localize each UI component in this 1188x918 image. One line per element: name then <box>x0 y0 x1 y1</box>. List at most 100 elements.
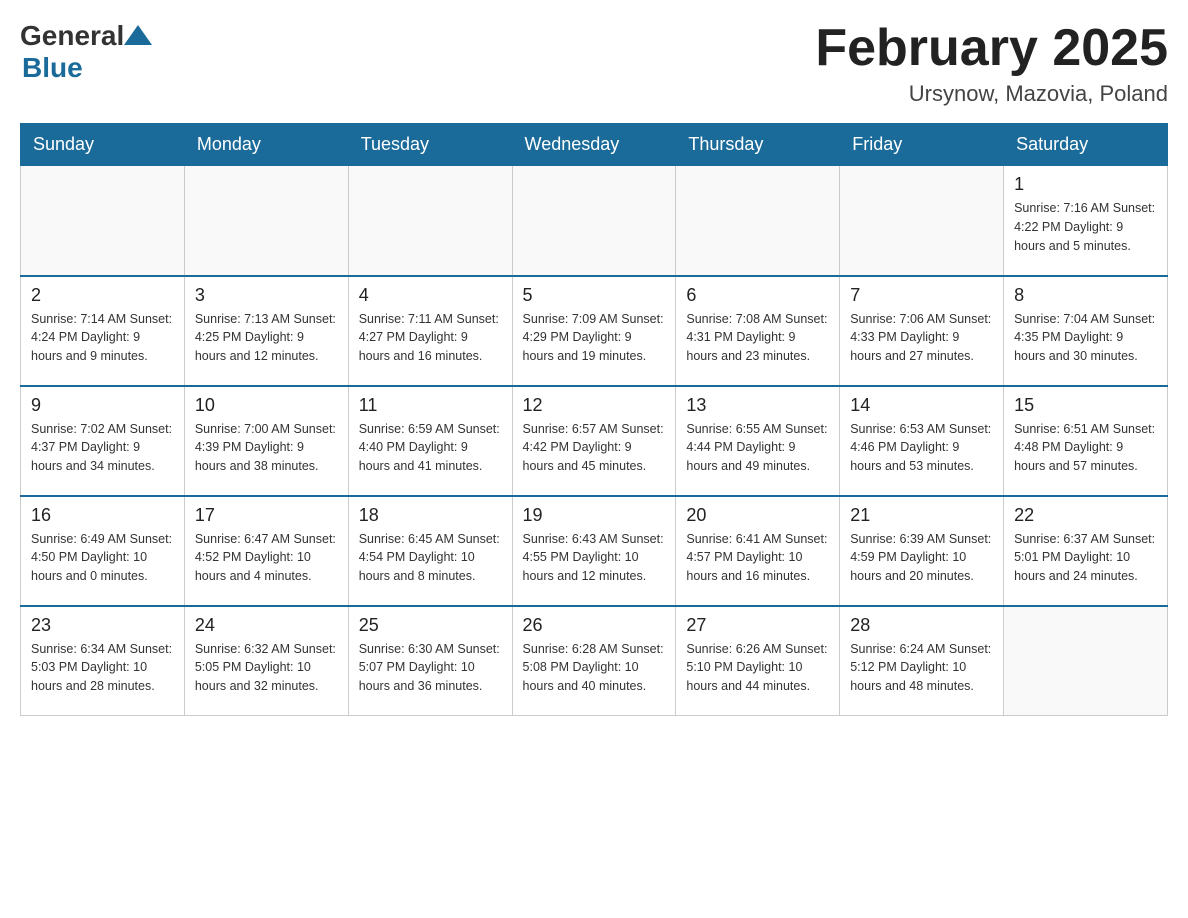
calendar-cell: 16 Sunrise: 6:49 AM Sunset: 4:50 PM Dayli… <box>21 496 185 606</box>
calendar-cell: 5 Sunrise: 7:09 AM Sunset: 4:29 PM Daylig… <box>512 276 676 386</box>
day-info: Sunrise: 6:32 AM Sunset: 5:05 PM Dayligh… <box>195 640 338 696</box>
calendar-cell: 27Sunrise: 6:26 AM Sunset: 5:10 PM Dayli… <box>676 606 840 716</box>
calendar-cell <box>348 166 512 276</box>
day-number: 9 <box>31 395 174 416</box>
column-header-wednesday: Wednesday <box>512 124 676 166</box>
day-number: 27 <box>686 615 829 636</box>
day-info: Sunrise: 7:16 AM Sunset: 4:22 PM Dayligh… <box>1014 199 1157 255</box>
calendar-cell: 14 Sunrise: 6:53 AM Sunset: 4:46 PM Dayli… <box>840 386 1004 496</box>
day-info: Sunrise: 6:59 AM Sunset: 4:40 PM Dayligh… <box>359 420 502 476</box>
calendar-cell: 10Sunrise: 7:00 AM Sunset: 4:39 PM Dayli… <box>184 386 348 496</box>
day-info: Sunrise: 7:13 AM Sunset: 4:25 PM Dayligh… <box>195 310 338 366</box>
column-header-saturday: Saturday <box>1004 124 1168 166</box>
day-info: Sunrise: 6:43 AM Sunset: 4:55 PM Dayligh… <box>523 530 666 586</box>
column-header-thursday: Thursday <box>676 124 840 166</box>
day-number: 22 <box>1014 505 1157 526</box>
calendar-cell <box>840 166 1004 276</box>
week-row-3: 9 Sunrise: 7:02 AM Sunset: 4:37 PM Daylig… <box>21 386 1168 496</box>
calendar-cell: 6 Sunrise: 7:08 AM Sunset: 4:31 PM Daylig… <box>676 276 840 386</box>
month-title: February 2025 <box>815 20 1168 77</box>
calendar-cell: 13 Sunrise: 6:55 AM Sunset: 4:44 PM Dayli… <box>676 386 840 496</box>
calendar-cell: 19 Sunrise: 6:43 AM Sunset: 4:55 PM Dayli… <box>512 496 676 606</box>
location-title: Ursynow, Mazovia, Poland <box>815 81 1168 107</box>
day-info: Sunrise: 6:24 AM Sunset: 5:12 PM Dayligh… <box>850 640 993 696</box>
calendar-cell <box>1004 606 1168 716</box>
calendar-cell: 4Sunrise: 7:11 AM Sunset: 4:27 PM Daylig… <box>348 276 512 386</box>
day-number: 24 <box>195 615 338 636</box>
day-number: 20 <box>686 505 829 526</box>
calendar-cell: 24 Sunrise: 6:32 AM Sunset: 5:05 PM Dayli… <box>184 606 348 716</box>
calendar-cell: 26Sunrise: 6:28 AM Sunset: 5:08 PM Dayli… <box>512 606 676 716</box>
day-number: 14 <box>850 395 993 416</box>
day-number: 18 <box>359 505 502 526</box>
week-row-5: 23Sunrise: 6:34 AM Sunset: 5:03 PM Dayli… <box>21 606 1168 716</box>
calendar-cell: 1 Sunrise: 7:16 AM Sunset: 4:22 PM Daylig… <box>1004 166 1168 276</box>
day-info: Sunrise: 7:08 AM Sunset: 4:31 PM Dayligh… <box>686 310 829 366</box>
day-info: Sunrise: 6:47 AM Sunset: 4:52 PM Dayligh… <box>195 530 338 586</box>
day-info: Sunrise: 6:37 AM Sunset: 5:01 PM Dayligh… <box>1014 530 1157 586</box>
day-number: 3 <box>195 285 338 306</box>
title-block: February 2025 Ursynow, Mazovia, Poland <box>815 20 1168 107</box>
logo: General Blue <box>20 20 152 84</box>
column-header-tuesday: Tuesday <box>348 124 512 166</box>
day-info: Sunrise: 7:04 AM Sunset: 4:35 PM Dayligh… <box>1014 310 1157 366</box>
calendar-cell: 23Sunrise: 6:34 AM Sunset: 5:03 PM Dayli… <box>21 606 185 716</box>
day-number: 21 <box>850 505 993 526</box>
calendar-cell: 2Sunrise: 7:14 AM Sunset: 4:24 PM Daylig… <box>21 276 185 386</box>
day-info: Sunrise: 6:28 AM Sunset: 5:08 PM Dayligh… <box>523 640 666 696</box>
day-info: Sunrise: 6:39 AM Sunset: 4:59 PM Dayligh… <box>850 530 993 586</box>
calendar-cell <box>184 166 348 276</box>
day-number: 11 <box>359 395 502 416</box>
day-number: 13 <box>686 395 829 416</box>
day-number: 2 <box>31 285 174 306</box>
calendar-cell: 12 Sunrise: 6:57 AM Sunset: 4:42 PM Dayli… <box>512 386 676 496</box>
day-number: 17 <box>195 505 338 526</box>
week-row-2: 2Sunrise: 7:14 AM Sunset: 4:24 PM Daylig… <box>21 276 1168 386</box>
page-header: General Blue February 2025 Ursynow, Mazo… <box>20 20 1168 107</box>
day-number: 5 <box>523 285 666 306</box>
calendar-cell <box>676 166 840 276</box>
column-header-sunday: Sunday <box>21 124 185 166</box>
day-number: 10 <box>195 395 338 416</box>
logo-triangle-icon <box>124 25 152 45</box>
day-info: Sunrise: 6:41 AM Sunset: 4:57 PM Dayligh… <box>686 530 829 586</box>
calendar-cell: 3 Sunrise: 7:13 AM Sunset: 4:25 PM Daylig… <box>184 276 348 386</box>
day-number: 23 <box>31 615 174 636</box>
day-info: Sunrise: 7:06 AM Sunset: 4:33 PM Dayligh… <box>850 310 993 366</box>
day-number: 1 <box>1014 174 1157 195</box>
day-number: 7 <box>850 285 993 306</box>
calendar-cell: 22 Sunrise: 6:37 AM Sunset: 5:01 PM Dayli… <box>1004 496 1168 606</box>
calendar-cell: 7 Sunrise: 7:06 AM Sunset: 4:33 PM Daylig… <box>840 276 1004 386</box>
day-info: Sunrise: 6:57 AM Sunset: 4:42 PM Dayligh… <box>523 420 666 476</box>
calendar-cell: 11 Sunrise: 6:59 AM Sunset: 4:40 PM Dayli… <box>348 386 512 496</box>
day-number: 15 <box>1014 395 1157 416</box>
column-header-friday: Friday <box>840 124 1004 166</box>
week-row-1: 1 Sunrise: 7:16 AM Sunset: 4:22 PM Daylig… <box>21 166 1168 276</box>
day-info: Sunrise: 7:02 AM Sunset: 4:37 PM Dayligh… <box>31 420 174 476</box>
column-header-monday: Monday <box>184 124 348 166</box>
calendar-cell: 9 Sunrise: 7:02 AM Sunset: 4:37 PM Daylig… <box>21 386 185 496</box>
logo-general-text: General <box>20 20 124 52</box>
day-info: Sunrise: 6:55 AM Sunset: 4:44 PM Dayligh… <box>686 420 829 476</box>
day-number: 8 <box>1014 285 1157 306</box>
day-number: 19 <box>523 505 666 526</box>
calendar-cell: 18 Sunrise: 6:45 AM Sunset: 4:54 PM Dayli… <box>348 496 512 606</box>
calendar-table: SundayMondayTuesdayWednesdayThursdayFrid… <box>20 123 1168 716</box>
day-info: Sunrise: 6:51 AM Sunset: 4:48 PM Dayligh… <box>1014 420 1157 476</box>
day-number: 6 <box>686 285 829 306</box>
day-number: 28 <box>850 615 993 636</box>
calendar-header-row: SundayMondayTuesdayWednesdayThursdayFrid… <box>21 124 1168 166</box>
day-number: 16 <box>31 505 174 526</box>
day-info: Sunrise: 6:45 AM Sunset: 4:54 PM Dayligh… <box>359 530 502 586</box>
calendar-cell: 21 Sunrise: 6:39 AM Sunset: 4:59 PM Dayli… <box>840 496 1004 606</box>
day-info: Sunrise: 6:49 AM Sunset: 4:50 PM Dayligh… <box>31 530 174 586</box>
day-info: Sunrise: 7:11 AM Sunset: 4:27 PM Dayligh… <box>359 310 502 366</box>
day-info: Sunrise: 7:09 AM Sunset: 4:29 PM Dayligh… <box>523 310 666 366</box>
calendar-cell: 20 Sunrise: 6:41 AM Sunset: 4:57 PM Dayli… <box>676 496 840 606</box>
calendar-cell: 8 Sunrise: 7:04 AM Sunset: 4:35 PM Daylig… <box>1004 276 1168 386</box>
day-info: Sunrise: 6:53 AM Sunset: 4:46 PM Dayligh… <box>850 420 993 476</box>
day-number: 12 <box>523 395 666 416</box>
calendar-cell <box>21 166 185 276</box>
calendar-cell: 15 Sunrise: 6:51 AM Sunset: 4:48 PM Dayli… <box>1004 386 1168 496</box>
day-number: 25 <box>359 615 502 636</box>
